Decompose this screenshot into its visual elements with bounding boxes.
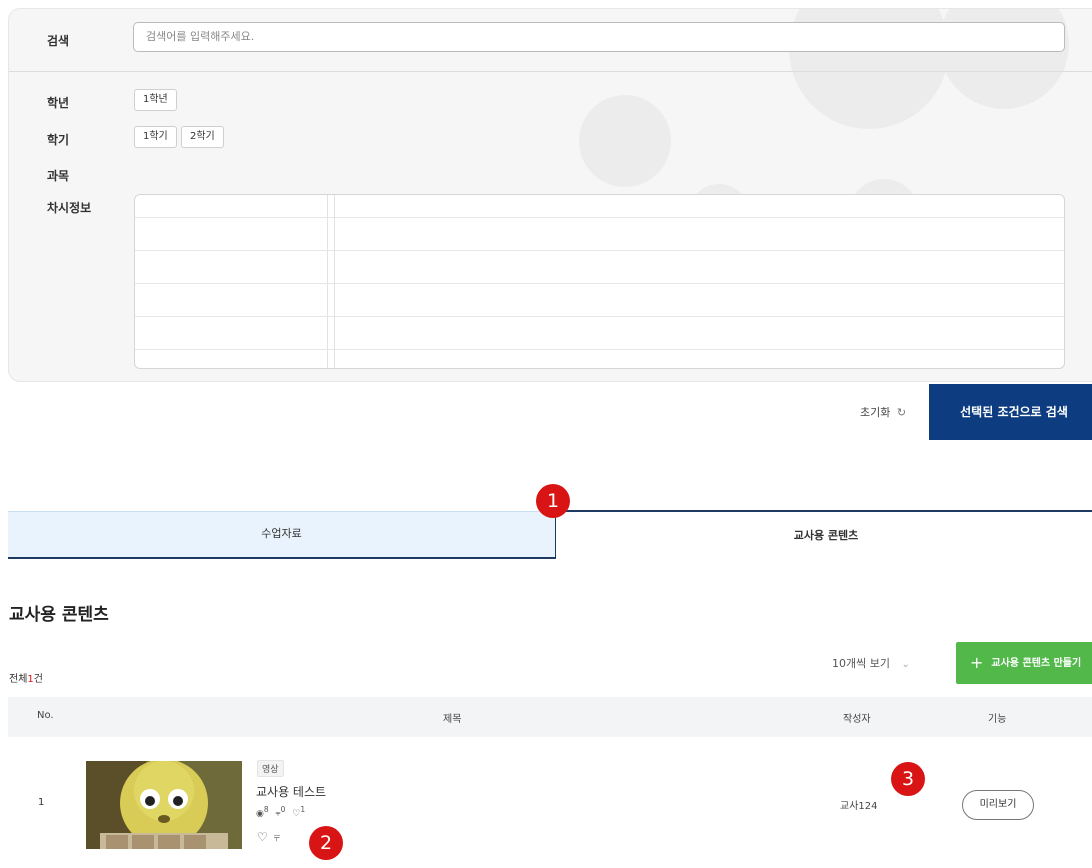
grade-label: 학년 xyxy=(47,96,70,110)
per-page-label: 10개씩 보기 xyxy=(832,657,890,670)
column-title: 제목 xyxy=(443,714,462,725)
plus-icon: + xyxy=(970,653,984,672)
tab-teacher-content[interactable]: 교사용 콘텐츠 xyxy=(556,510,1092,559)
divider xyxy=(9,71,1092,72)
preview-button[interactable]: 미리보기 xyxy=(962,790,1034,820)
grid-line xyxy=(135,283,1064,284)
author-name: 교사124 xyxy=(840,801,878,812)
total-prefix: 전체 xyxy=(9,674,28,685)
grid-line xyxy=(135,349,1064,350)
create-content-button[interactable]: + 교사용 콘텐츠 만들기 xyxy=(956,642,1092,684)
section-title: 교사용 콘텐츠 xyxy=(9,605,109,625)
share-button-icon[interactable]: ⫧ xyxy=(274,830,281,844)
column-no: No. xyxy=(37,710,54,721)
total-suffix: 건 xyxy=(33,674,43,685)
annotation-marker-3: 3 xyxy=(891,762,925,796)
decor-circle xyxy=(579,95,671,187)
search-input[interactable]: 검색어를 입력해주세요. xyxy=(133,22,1065,52)
content-thumbnail[interactable] xyxy=(86,761,242,849)
reset-button[interactable]: 초기화 ↻ xyxy=(860,404,906,420)
content-title[interactable]: 교사용 테스트 xyxy=(256,783,326,800)
refresh-icon: ↻ xyxy=(896,406,907,419)
search-label: 검색 xyxy=(47,34,70,48)
reset-label: 초기화 xyxy=(860,406,891,419)
eye-icon: ◉ xyxy=(256,809,264,819)
row-number: 1 xyxy=(38,797,45,808)
per-page-select[interactable]: 10개씩 보기 ⌄ xyxy=(832,655,910,671)
column-author: 작성자 xyxy=(843,714,871,725)
type-badge: 영상 xyxy=(257,760,284,777)
grade-chip-1[interactable]: 1학년 xyxy=(134,89,177,111)
filter-panel: 검색 검색어를 입력해주세요. 학년 1학년 학기 1학기 2학기 과목 차시정… xyxy=(8,8,1092,382)
semester-label: 학기 xyxy=(47,133,70,147)
like-button-icon[interactable]: ♡ xyxy=(257,830,268,844)
grid-line xyxy=(135,250,1064,251)
share-count: 0 xyxy=(280,805,286,814)
grid-line xyxy=(135,316,1064,317)
search-button[interactable]: 선택된 조건으로 검색 xyxy=(929,384,1092,440)
thumbnail-image xyxy=(86,761,242,849)
total-count: 전체1건 xyxy=(9,670,43,685)
semester-chip-2[interactable]: 2학기 xyxy=(181,126,224,148)
view-count: 8 xyxy=(263,805,269,814)
like-count: 1 xyxy=(300,805,306,814)
create-label: 교사용 콘텐츠 만들기 xyxy=(991,658,1082,669)
grid-line xyxy=(327,195,328,368)
table-header: No. 제목 작성자 기능 xyxy=(8,697,1092,737)
subject-label: 과목 xyxy=(47,169,70,183)
grid-line xyxy=(135,217,1064,218)
row-actions: ♡ ⫧ xyxy=(257,830,280,845)
column-function: 기능 xyxy=(988,714,1007,725)
lesson-grid[interactable] xyxy=(134,194,1065,369)
semester-chip-1[interactable]: 1학기 xyxy=(134,126,177,148)
chevron-down-icon: ⌄ xyxy=(901,659,910,670)
annotation-marker-2: 2 xyxy=(309,826,343,860)
grid-line xyxy=(334,195,335,368)
content-stats: ◉8 ⫧0 ♡1 xyxy=(256,805,305,819)
tab-lesson-materials[interactable]: 수업자료 xyxy=(8,511,556,559)
annotation-marker-1: 1 xyxy=(536,484,570,518)
lesson-label: 차시정보 xyxy=(47,201,92,215)
